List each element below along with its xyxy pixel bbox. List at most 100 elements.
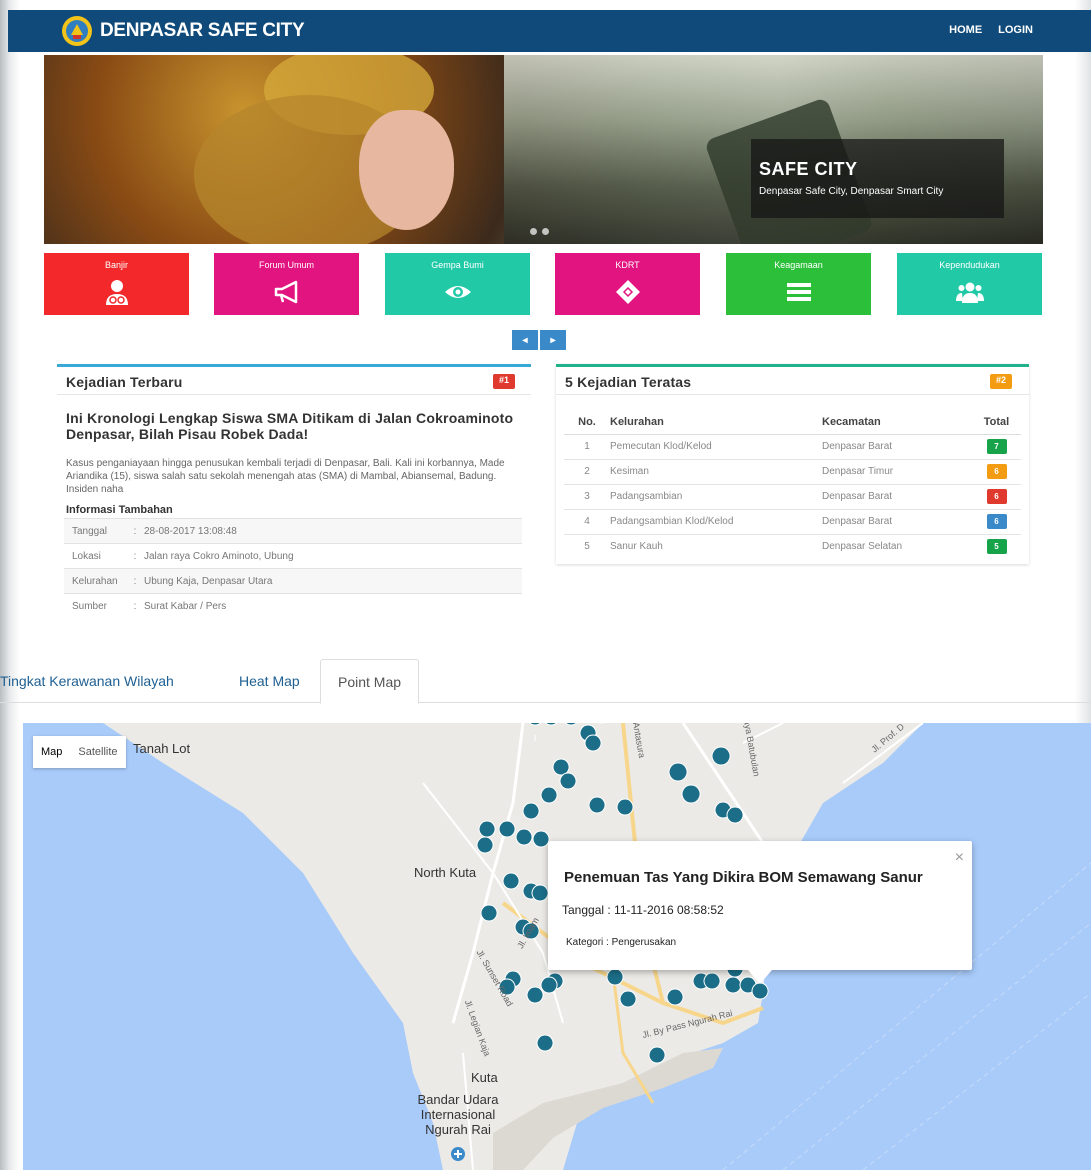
info-window-category: Kategori : Pengerusakan: [566, 937, 677, 948]
news-excerpt: Kasus penganiayaan hingga penusukan kemb…: [66, 458, 505, 495]
map-pin: [724, 976, 742, 994]
info-value: Surat Kabar / Pers: [144, 593, 522, 619]
category-tile-kependudukan[interactable]: Kependudukan: [897, 253, 1042, 315]
row-number: 1: [564, 433, 610, 459]
map-pin: [540, 786, 558, 804]
category-tiles: Banjir Forum Umum Gempa Bumi KDRT Keagam…: [44, 253, 1043, 315]
info-key: Tanggal: [64, 518, 126, 544]
category-tile-gempa-bumi[interactable]: Gempa Bumi: [385, 253, 530, 315]
info-colon: :: [126, 593, 144, 619]
map-pin: [476, 836, 494, 854]
row-number: 4: [564, 508, 610, 534]
map-label-north-kuta: North Kuta: [414, 865, 477, 880]
tab-tingkat-kerawanan[interactable]: Tingkat Kerawanan Wilayah: [0, 659, 191, 703]
tile-pager: ◂ ▸: [512, 330, 566, 350]
map-pin: [526, 986, 544, 1004]
category-tile-banjir[interactable]: Banjir: [44, 253, 189, 315]
row-kecamatan: Denpasar Timur: [822, 458, 972, 484]
bars-icon: [786, 283, 811, 301]
map-pin: [616, 798, 634, 816]
map-pin: [478, 820, 496, 838]
info-window-pointer: [748, 970, 772, 984]
tab-point-map[interactable]: Point Map: [320, 659, 420, 704]
point-map[interactable]: Map Satellite Tanah Lot North Kuta Kuta …: [23, 723, 1091, 1170]
table-row: 1 Pemecutan Klod/Kelod Denpasar Barat 7: [564, 433, 1021, 459]
satellite-view-button[interactable]: Satellite: [70, 736, 126, 768]
hero-dancer-face-image: [359, 110, 454, 230]
map-pin: [703, 972, 721, 990]
latest-incident-panel: Kejadian Terbaru #1 Ini Kronologi Lengka…: [57, 364, 531, 619]
close-icon[interactable]: ×: [955, 849, 964, 867]
nav-home-link[interactable]: HOME: [949, 24, 982, 36]
incident-info-window: Penemuan Tas Yang Dikira BOM Semawang Sa…: [548, 841, 972, 984]
row-number: 2: [564, 458, 610, 484]
news-title[interactable]: Ini Kronologi Lengkap Siswa SMA Ditikam …: [66, 410, 516, 442]
category-tile-kdrt[interactable]: KDRT: [555, 253, 700, 315]
map-pin: [648, 1046, 666, 1064]
table-row: 5 Sanur Kauh Denpasar Selatan 5: [564, 533, 1021, 559]
map-pin: [681, 784, 701, 804]
category-label: Banjir: [104, 260, 128, 270]
table-header-row: No. Kelurahan Kecamatan Total: [564, 410, 1021, 435]
row-kecamatan: Denpasar Barat: [822, 508, 972, 534]
map-pin: [711, 746, 731, 766]
map-pin: [531, 884, 549, 902]
info-colon: :: [126, 518, 144, 544]
carousel-dot[interactable]: [542, 228, 549, 235]
map-pin: [532, 830, 550, 848]
top-incidents-panel: 5 Kejadian Teratas #2 No. Kelurahan Keca…: [556, 364, 1029, 564]
info-key: Kelurahan: [64, 568, 126, 594]
map-tabs: Tingkat Kerawanan Wilayah Heat Map Point…: [0, 659, 1091, 704]
megaphone-icon: [274, 280, 297, 304]
table-row: 4 Padangsambian Klod/Kelod Denpasar Bara…: [564, 508, 1021, 534]
top-nav: HOME LOGIN: [949, 24, 1033, 36]
map-pin: [666, 988, 684, 1006]
next-button[interactable]: ▸: [540, 330, 566, 350]
map-pin: [536, 1034, 554, 1052]
category-label: Keagamaan: [774, 260, 823, 270]
info-row: Tanggal : 28-08-2017 13:08:48: [64, 518, 522, 544]
map-pin: [726, 806, 744, 824]
tab-heat-map[interactable]: Heat Map: [222, 659, 317, 703]
info-value: Jalan raya Cokro Aminoto, Ubung: [144, 543, 522, 569]
map-label-kuta: Kuta: [471, 1070, 498, 1085]
row-kelurahan: Pemecutan Klod/Kelod: [610, 433, 822, 459]
row-kelurahan: Kesiman: [610, 458, 822, 484]
hero-caption: SAFE CITY Denpasar Safe City, Denpasar S…: [751, 139, 1004, 218]
previous-button[interactable]: ◂: [512, 330, 538, 350]
panel-header: 5 Kejadian Teratas #2: [556, 367, 1029, 395]
category-tile-forum-umum[interactable]: Forum Umum: [214, 253, 359, 315]
map-pin: [515, 828, 533, 846]
map-pin: [540, 976, 558, 994]
panel-title: 5 Kejadian Teratas: [565, 374, 692, 390]
hero-subtitle: Denpasar Safe City, Denpasar Smart City: [759, 186, 944, 197]
total-badge: 6: [986, 514, 1007, 529]
panel-header: Kejadian Terbaru #1: [57, 367, 531, 395]
map-pin: [502, 872, 520, 890]
map-pin: [522, 802, 540, 820]
row-kecamatan: Denpasar Barat: [822, 433, 972, 459]
info-value: 28-08-2017 13:08:48: [144, 518, 522, 544]
top-incidents-table: No. Kelurahan Kecamatan Total 1 Pemecuta…: [564, 410, 1021, 559]
map-view-button[interactable]: Map: [33, 736, 71, 768]
column-header: Kelurahan: [610, 410, 822, 435]
carousel-dot[interactable]: [530, 228, 537, 235]
panel-title: Kejadian Terbaru: [66, 374, 183, 390]
row-kelurahan: Padangsambian: [610, 483, 822, 509]
total-badge: 7: [986, 439, 1007, 454]
map-pin: [559, 772, 577, 790]
column-header: No.: [564, 410, 610, 435]
info-key: Sumber: [64, 593, 126, 619]
panel-badge: #1: [493, 374, 516, 389]
nav-login-link[interactable]: LOGIN: [998, 24, 1033, 36]
info-window-date: Tanggal : 11-11-2016 08:58:52: [562, 903, 724, 917]
info-row: Kelurahan : Ubung Kaja, Denpasar Utara: [64, 568, 522, 594]
city-emblem-icon: [62, 16, 92, 46]
hero-banner: SAFE CITY Denpasar Safe City, Denpasar S…: [44, 55, 1043, 244]
brand-title[interactable]: DENPASAR SAFE CITY: [100, 20, 305, 42]
category-tile-keagamaan[interactable]: Keagamaan: [726, 253, 871, 315]
additional-info-heading: Informasi Tambahan: [66, 504, 173, 516]
sea-route: [862, 992, 1091, 1170]
map-pin: [751, 982, 769, 1000]
map-pin: [480, 904, 498, 922]
